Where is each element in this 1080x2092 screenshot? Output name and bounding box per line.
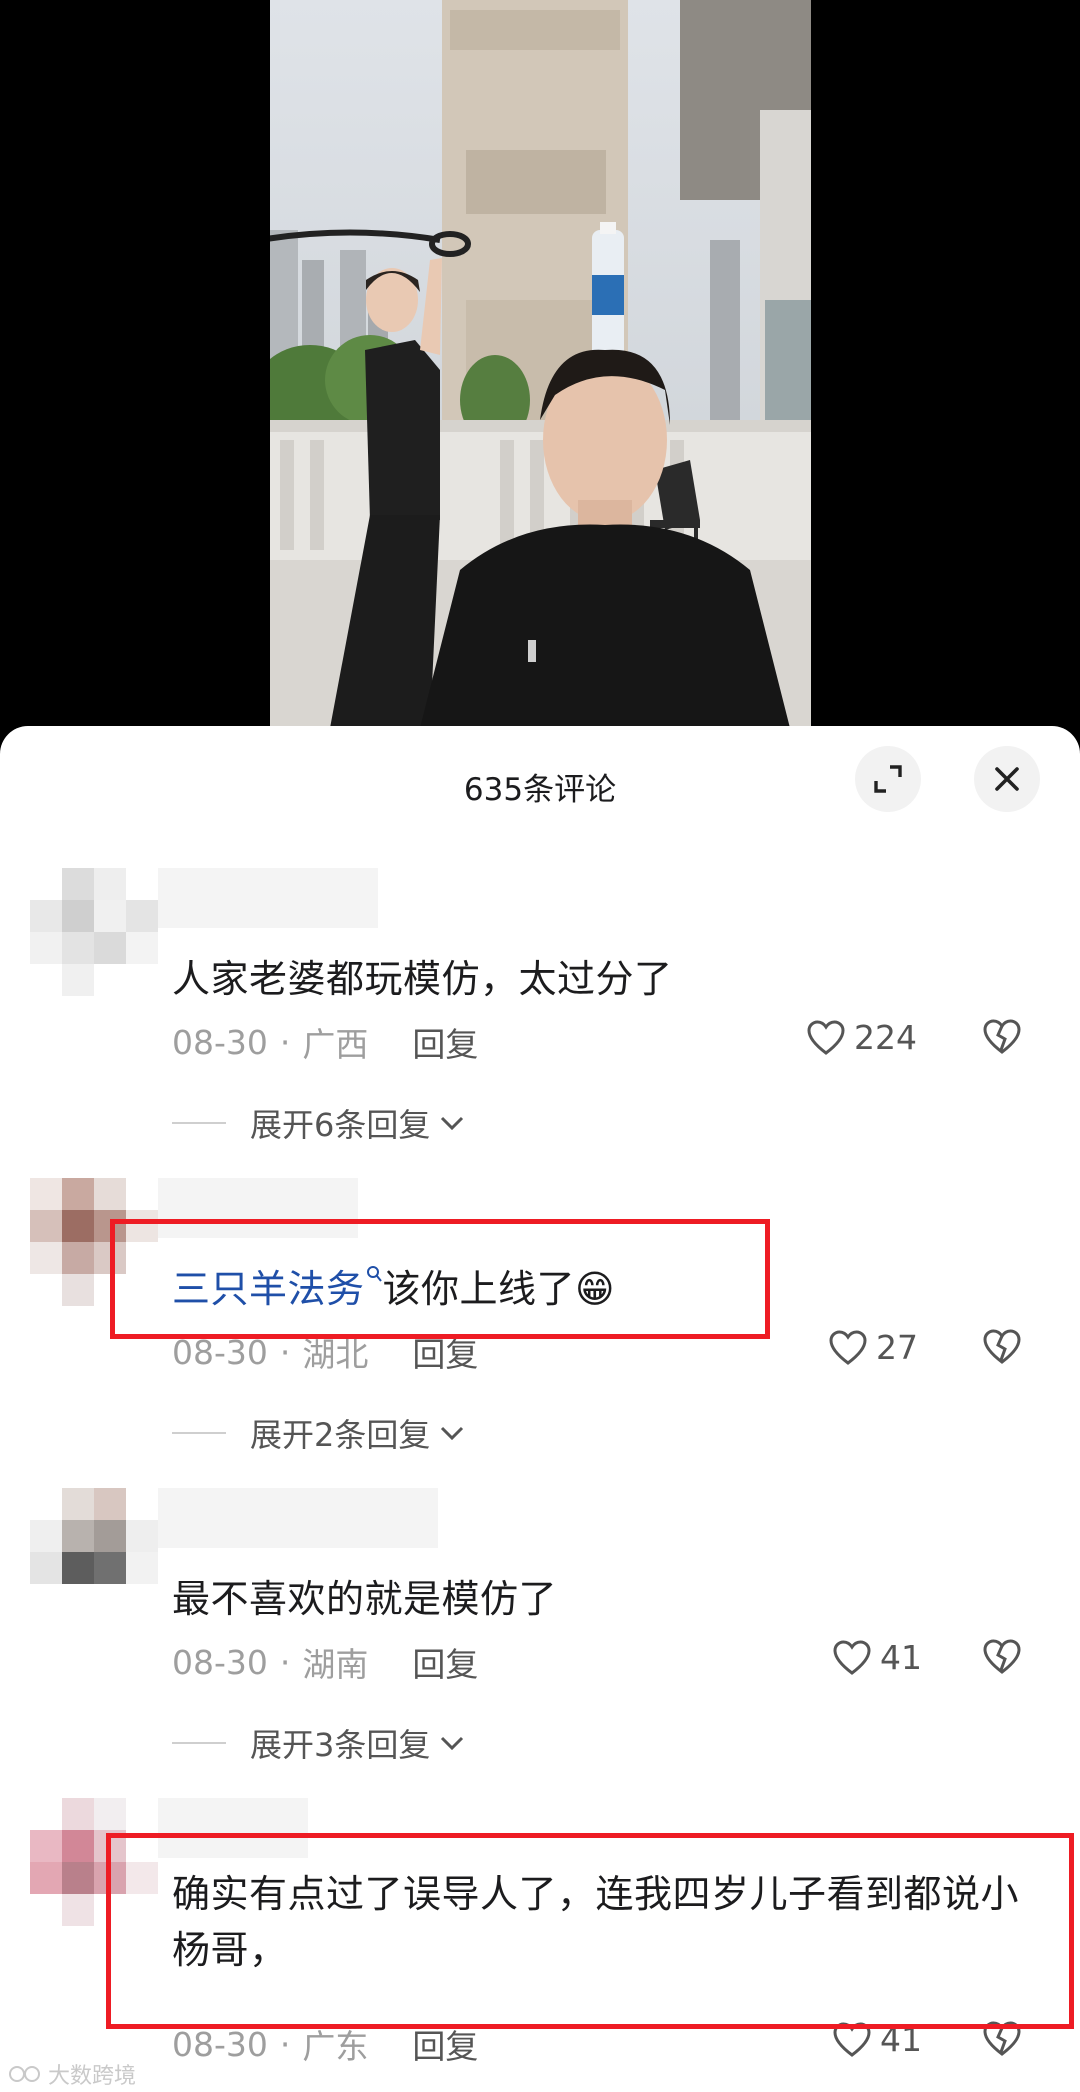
comment-text: 最不喜欢的就是模仿了: [172, 1577, 558, 1621]
like-button[interactable]: 27: [828, 1328, 918, 1367]
avatar-pixelated: [30, 1488, 158, 1616]
highlight-box: [106, 1833, 1074, 2029]
meta-separator: ·: [279, 2024, 291, 2064]
username-blurred[interactable]: [158, 868, 378, 928]
like-count: 41: [880, 1638, 922, 1677]
expand-replies-label: 展开3条回复: [250, 1726, 431, 1764]
comment-meta: 08-30 · 广西 回复: [172, 1018, 478, 1066]
expand-arrows-icon: [874, 765, 902, 793]
comments-sheet: 635条评论 人家老婆都玩模仿，太过分了 08-30 · 广西 回复 224 展…: [0, 726, 1080, 2092]
video-player[interactable]: [270, 0, 811, 728]
chevron-down-icon: [441, 1116, 464, 1131]
divider-line: [172, 1432, 226, 1434]
highlight-box: [110, 1219, 770, 1339]
like-button[interactable]: 41: [832, 1638, 922, 1677]
expand-replies-label: 展开6条回复: [250, 1106, 431, 1144]
comment-date: 08-30: [172, 1022, 268, 1062]
like-count: 27: [876, 1328, 918, 1367]
dislike-button[interactable]: [982, 1018, 1022, 1060]
divider-line: [172, 1122, 226, 1124]
comment-meta: 08-30 · 湖南 回复: [172, 1638, 478, 1686]
avatar-pixelated: [30, 868, 158, 996]
close-icon: [995, 767, 1019, 791]
watermark: 大数跨境: [8, 2058, 136, 2090]
broken-heart-icon: [983, 1329, 1021, 1364]
comment-location: 广西: [302, 1025, 369, 1064]
broken-heart-icon: [983, 1019, 1021, 1054]
close-button[interactable]: [974, 746, 1040, 812]
avatar[interactable]: [30, 868, 158, 996]
expand-replies-button[interactable]: 展开2条回复: [172, 1410, 466, 1456]
avatar[interactable]: [30, 1488, 158, 1616]
username-blurred[interactable]: [158, 1488, 438, 1548]
expand-button[interactable]: [855, 746, 921, 812]
comment-date: 08-30: [172, 2024, 268, 2064]
dislike-button[interactable]: [982, 1638, 1022, 1680]
reply-button[interactable]: 回复: [412, 1638, 478, 1686]
like-count: 224: [854, 1018, 917, 1057]
expand-replies-button[interactable]: 展开3条回复: [172, 1720, 466, 1766]
meta-separator: ·: [279, 1642, 291, 1682]
like-button[interactable]: 224: [806, 1018, 917, 1057]
comment-location: 湖南: [302, 1645, 369, 1684]
watermark-text: 大数跨境: [48, 2064, 137, 2089]
reply-button[interactable]: 回复: [412, 1018, 478, 1066]
chevron-down-icon: [441, 1736, 464, 1751]
broken-heart-icon: [983, 1639, 1021, 1674]
expand-replies-label: 展开2条回复: [250, 1416, 431, 1454]
heart-outline-icon: [829, 1329, 867, 1365]
expand-replies-button[interactable]: 展开6条回复: [172, 1100, 466, 1146]
chevron-down-icon: [441, 1426, 464, 1441]
meta-separator: ·: [279, 1022, 291, 1062]
heart-outline-icon: [807, 1019, 845, 1055]
comment-date: 08-30: [172, 1642, 268, 1682]
divider-line: [172, 1742, 226, 1744]
heart-outline-icon: [833, 1639, 871, 1675]
comment-text: 人家老婆都玩模仿，太过分了: [172, 957, 673, 1001]
dislike-button[interactable]: [982, 1328, 1022, 1370]
watermark-logo-icon: [9, 2066, 40, 2082]
video-frame: [270, 0, 811, 728]
